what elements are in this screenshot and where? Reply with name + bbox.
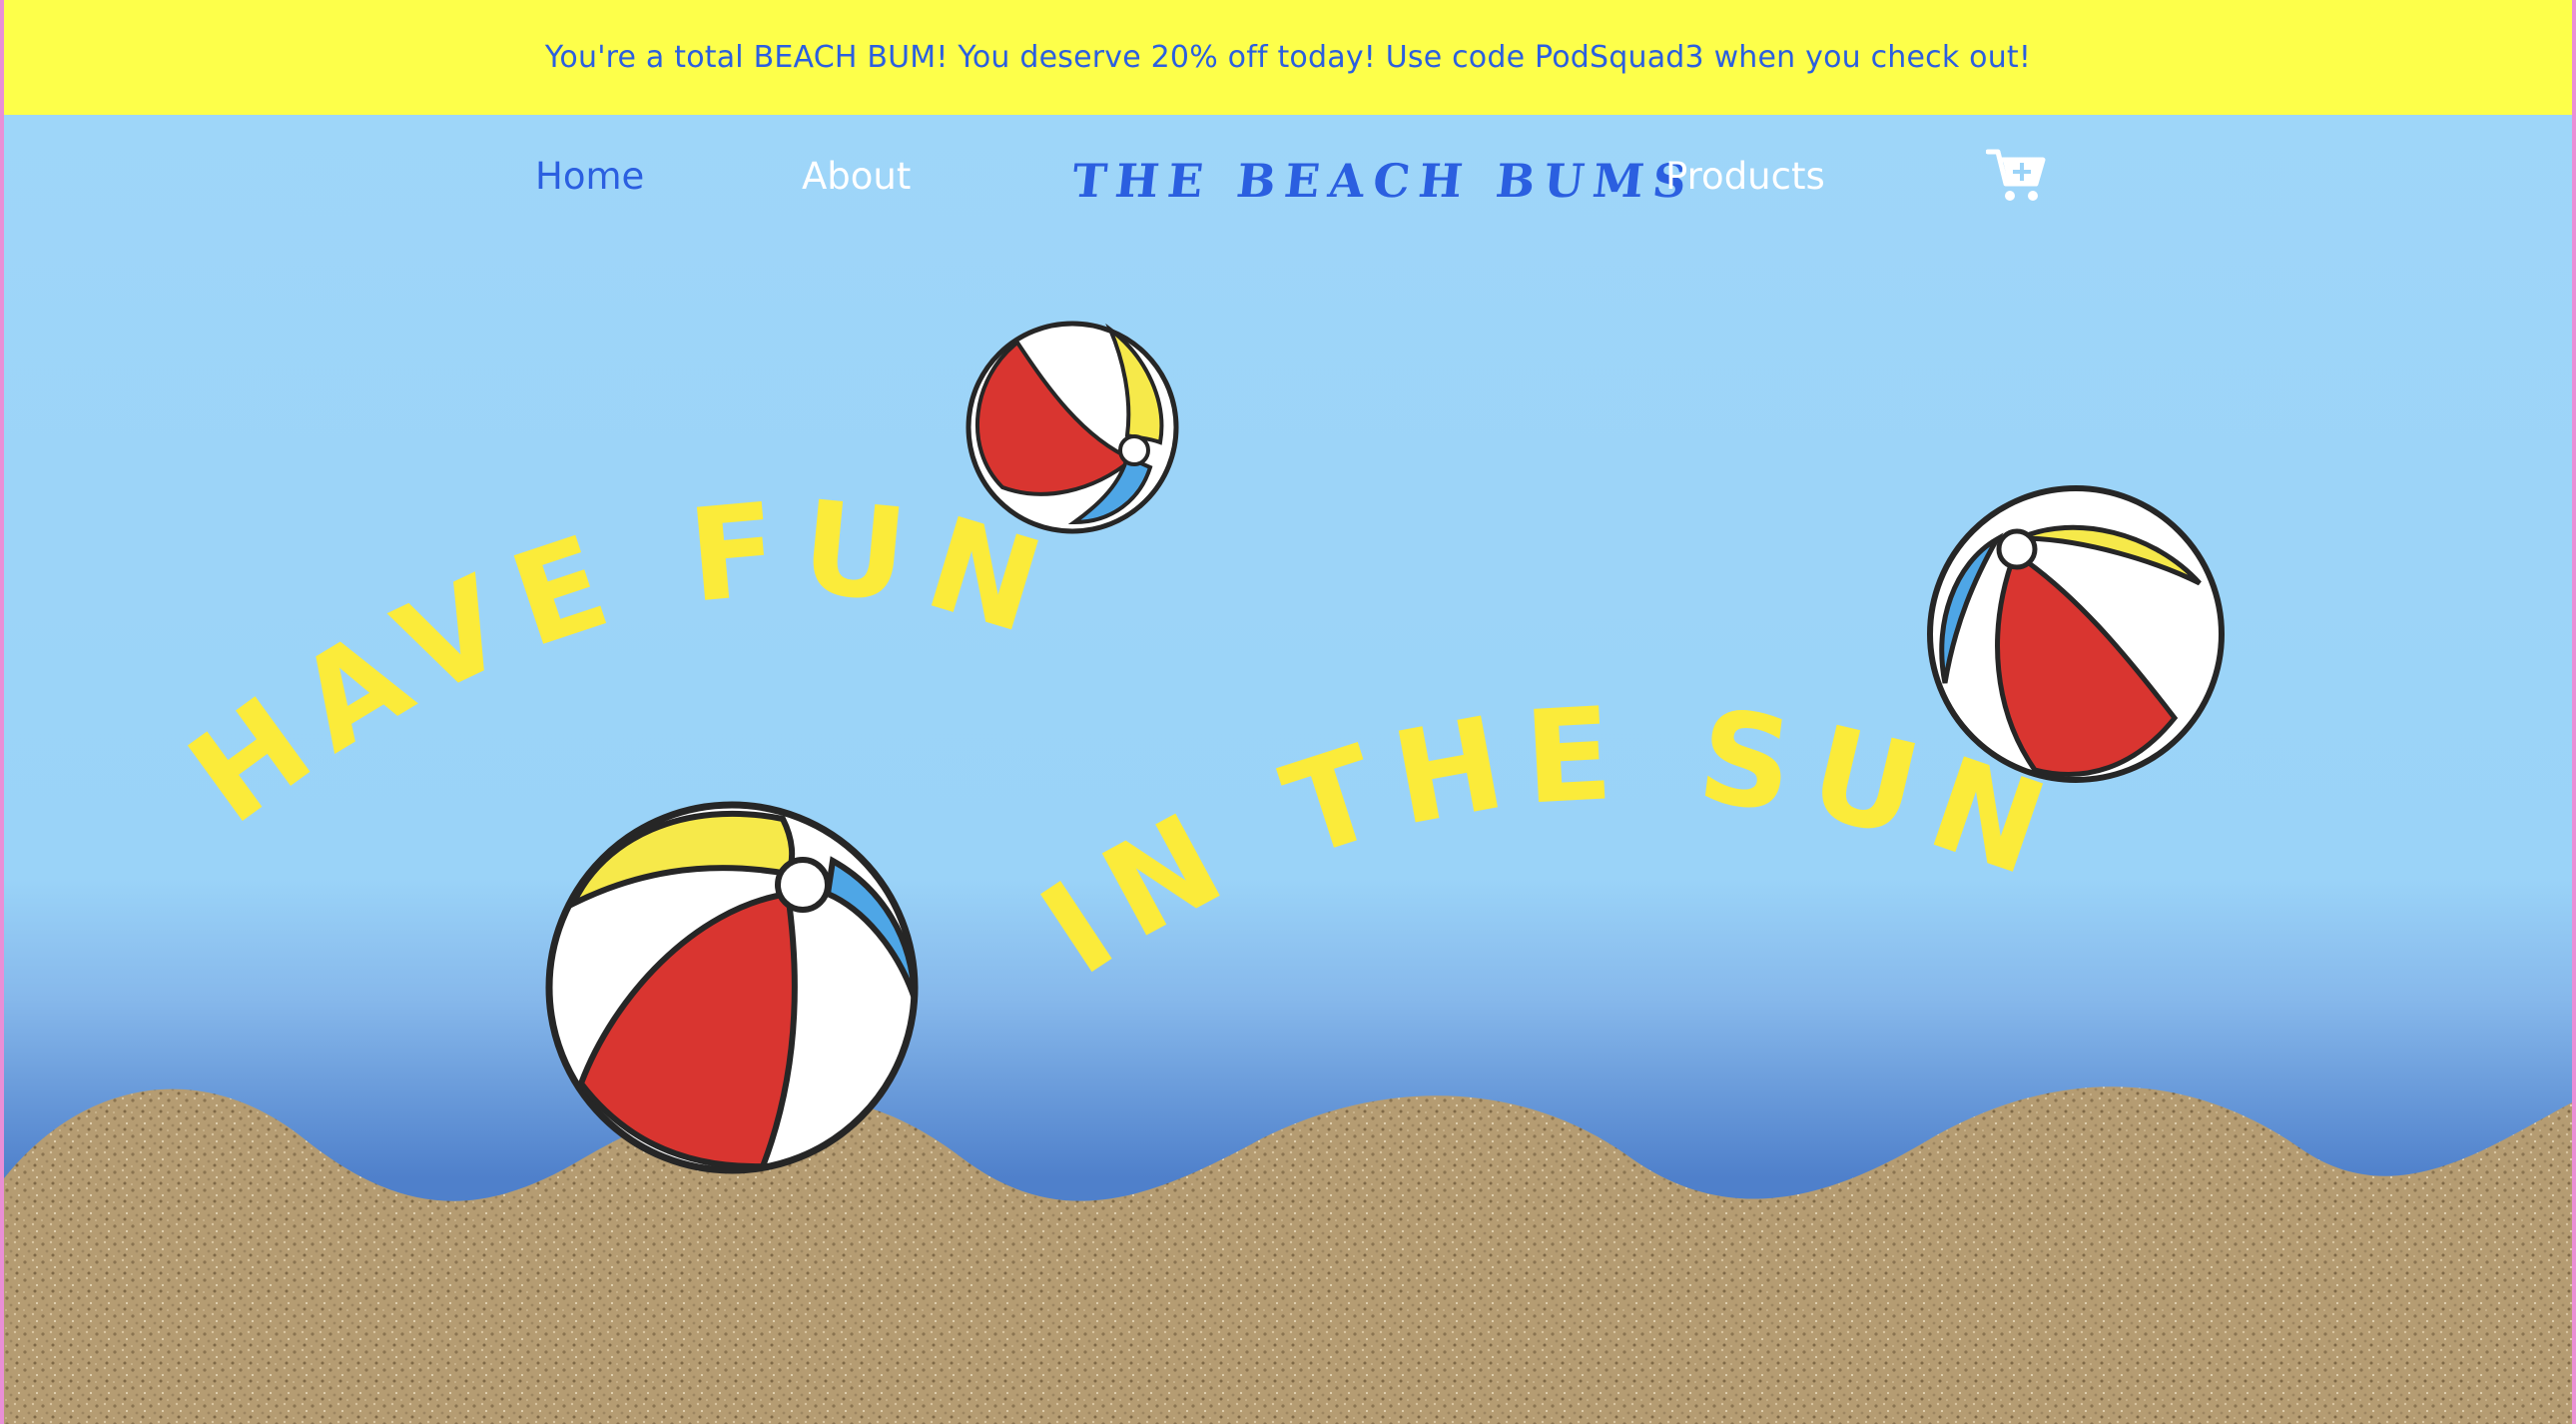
- page: You're a total BEACH BUM! You deserve 20…: [4, 0, 2572, 1424]
- sand-waves: [4, 1086, 2572, 1424]
- beach-ball-icon: [545, 801, 919, 1174]
